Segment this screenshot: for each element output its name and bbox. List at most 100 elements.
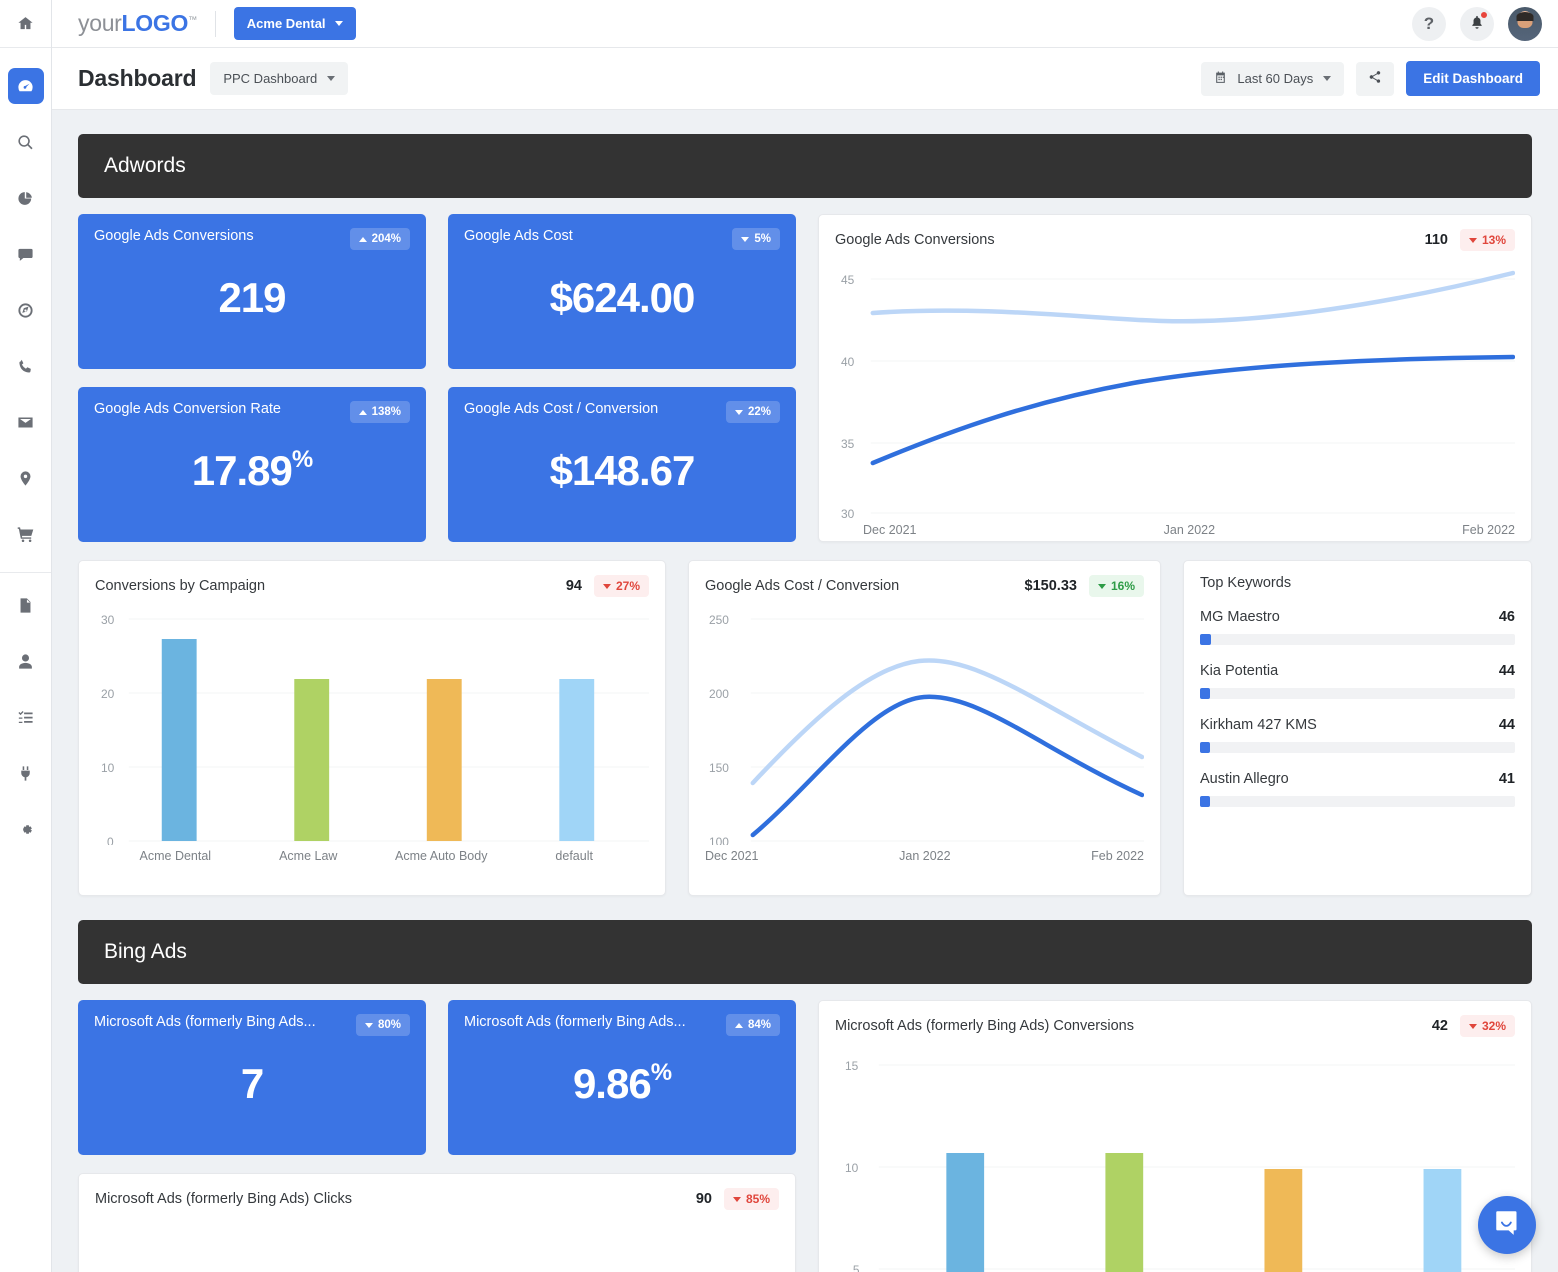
dashboard-selector-label: PPC Dashboard [223, 71, 317, 86]
dashboard-body: Adwords Google Ads Conversions 204% [52, 110, 1558, 1272]
kpi-title: Microsoft Ads (formerly Bing Ads... [464, 1014, 686, 1030]
kpi-card[interactable]: Google Ads Conversions 204% 219 [78, 214, 426, 369]
y-tick-label: 100 [709, 835, 729, 845]
keyword-value: 41 [1499, 771, 1515, 787]
sidebar-item-leads[interactable] [8, 643, 44, 679]
kpi-card[interactable]: Google Ads Cost 5% $624.00 [448, 214, 796, 369]
progress-track [1200, 796, 1515, 807]
y-tick-label: 35 [841, 437, 855, 451]
bar-chart-campaign: 30 20 10 0 Acme Dental Acme Law [95, 597, 649, 869]
gear-icon [17, 821, 34, 838]
sidebar-item-home[interactable] [0, 0, 51, 48]
sidebar-item-integrations[interactable] [8, 755, 44, 791]
list-item[interactable]: Austin Allegro 41 [1200, 771, 1515, 807]
kpi-card[interactable]: Google Ads Conversion Rate 138% 17.89% [78, 387, 426, 542]
x-tick-label: Jan 2022 [1164, 523, 1215, 537]
help-button[interactable]: ? [1412, 7, 1446, 41]
card-title: Google Ads Conversions [835, 232, 995, 248]
kpi-value: 17.89 [192, 447, 292, 495]
y-tick-label: 45 [841, 273, 855, 287]
arrow-down-icon [733, 1197, 741, 1202]
notifications-button[interactable] [1460, 7, 1494, 41]
chart-card-conversions-by-campaign: Conversions by Campaign 94 27% [78, 560, 666, 896]
adwords-mid-row: Conversions by Campaign 94 27% [78, 560, 1532, 896]
x-tick-label: Feb 2022 [1462, 523, 1515, 537]
kpi-card[interactable]: Microsoft Ads (formerly Bing Ads... 80% … [78, 1000, 426, 1155]
search-icon [17, 134, 34, 151]
chart-card-google-ads-conversions: Google Ads Conversions 110 13% [818, 214, 1532, 542]
chat-icon [1494, 1209, 1521, 1241]
y-tick-label: 20 [101, 687, 115, 701]
avatar[interactable] [1508, 7, 1542, 41]
app-logo[interactable]: yourLOGO™ [78, 10, 197, 37]
kpi-delta: 22% [748, 406, 771, 418]
dashboard-selector[interactable]: PPC Dashboard [210, 62, 348, 95]
list-item[interactable]: Kirkham 427 KMS 44 [1200, 717, 1515, 753]
bing-row: Microsoft Ads (formerly Bing Ads... 80% … [78, 1000, 1532, 1272]
sidebar-item-dashboard[interactable] [8, 68, 44, 104]
home-icon[interactable] [8, 6, 44, 42]
user-icon [17, 653, 34, 670]
top-bar: yourLOGO™ Acme Dental ? [52, 0, 1558, 48]
bar [559, 679, 594, 841]
sidebar-item-ecommerce[interactable] [8, 516, 44, 552]
kpi-value: $148.67 [550, 447, 695, 495]
sidebar-item-tasks[interactable] [8, 699, 44, 735]
kpi-suffix: % [651, 1059, 671, 1087]
bar [946, 1153, 984, 1272]
sidebar-item-calls[interactable] [8, 348, 44, 384]
x-tick-label: default [519, 849, 630, 863]
keyword-name: Kirkham 427 KMS [1200, 717, 1317, 733]
progress-fill [1200, 688, 1210, 699]
section-header-bing-ads: Bing Ads [78, 920, 1532, 984]
chevron-down-icon [327, 76, 335, 81]
kpi-card[interactable]: Google Ads Cost / Conversion 22% $148.67 [448, 387, 796, 542]
status-badge: 16% [1089, 575, 1144, 597]
kpi-delta: 204% [372, 233, 401, 245]
list-item[interactable]: Kia Potentia 44 [1200, 663, 1515, 699]
adwords-kpi-grid: Google Ads Conversions 204% 219 Go [78, 214, 796, 542]
y-tick-label: 30 [101, 613, 115, 627]
kpi-value-wrap: 219 [94, 250, 410, 355]
arrow-up-icon [735, 1023, 743, 1028]
sidebar-divider [0, 572, 51, 573]
keyword-line: MG Maestro 46 [1200, 609, 1515, 625]
sidebar-item-reports[interactable] [8, 587, 44, 623]
card-value: 42 [1432, 1018, 1448, 1034]
sidebar-item-local[interactable] [8, 460, 44, 496]
kpi-delta: 138% [372, 406, 401, 418]
share-button[interactable] [1356, 62, 1394, 96]
chart-svg: 45 40 35 30 [835, 251, 1515, 521]
sidebar-item-chat[interactable] [8, 236, 44, 272]
adwords-top-row: Google Ads Conversions 204% 219 Go [78, 214, 1532, 542]
sidebar-item-analytics[interactable] [8, 180, 44, 216]
card-header: Microsoft Ads (formerly Bing Ads) Clicks… [95, 1188, 779, 1210]
sidebar-item-settings[interactable] [8, 811, 44, 847]
logo-trademark: ™ [188, 14, 197, 24]
sidebar-item-search[interactable] [8, 124, 44, 160]
sidebar-item-email[interactable] [8, 404, 44, 440]
y-tick-label: 200 [709, 687, 729, 701]
card-title: Microsoft Ads (formerly Bing Ads) Clicks [95, 1191, 352, 1207]
chat-widget-button[interactable] [1478, 1196, 1536, 1254]
status-badge: 13% [1460, 229, 1515, 251]
kpi-header: Microsoft Ads (formerly Bing Ads... 80% [94, 1014, 410, 1036]
keyword-name: Kia Potentia [1200, 663, 1278, 679]
kpi-value-wrap: $148.67 [464, 423, 780, 528]
account-selector-button[interactable]: Acme Dental [234, 7, 356, 40]
sidebar-item-seo[interactable] [8, 292, 44, 328]
edit-dashboard-button[interactable]: Edit Dashboard [1406, 61, 1540, 96]
main-column: yourLOGO™ Acme Dental ? Dashboard [52, 0, 1558, 1272]
x-axis-labels: Acme Dental Acme Law Acme Auto Body defa… [95, 849, 649, 869]
kpi-header: Google Ads Conversion Rate 138% [94, 401, 410, 423]
date-range-selector[interactable]: Last 60 Days [1201, 62, 1344, 96]
card-delta: 85% [746, 1192, 770, 1206]
sidebar-main-group [0, 48, 51, 857]
kpi-card[interactable]: Microsoft Ads (formerly Bing Ads... 84% … [448, 1000, 796, 1155]
progress-track [1200, 742, 1515, 753]
kpi-value-wrap: $624.00 [464, 250, 780, 355]
bar [427, 679, 462, 841]
list-item[interactable]: MG Maestro 46 [1200, 609, 1515, 645]
kpi-title: Google Ads Cost / Conversion [464, 401, 658, 417]
x-tick-label: Acme Auto Body [386, 849, 497, 863]
